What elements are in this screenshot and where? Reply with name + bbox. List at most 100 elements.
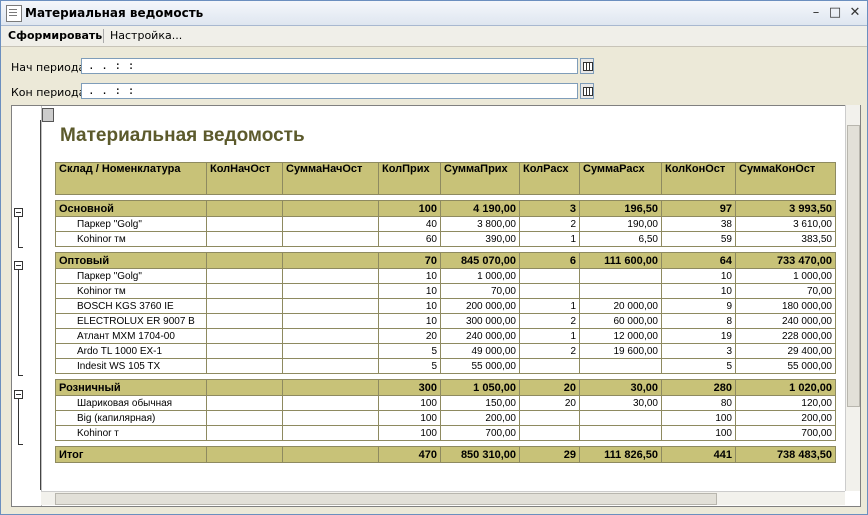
start-calendar-icon[interactable] xyxy=(580,58,594,74)
item-value-cell: 19 600,00 xyxy=(579,343,662,359)
item-value-cell xyxy=(282,358,379,374)
item-value-cell: 19 xyxy=(661,328,736,344)
item-value-cell: 55 000,00 xyxy=(440,358,520,374)
group-wholesale-line xyxy=(18,270,19,375)
item-value-cell xyxy=(282,328,379,344)
group-total-cell xyxy=(206,200,283,217)
item-value-cell xyxy=(579,268,662,284)
item-value-cell xyxy=(206,328,283,344)
item-value-cell: 100 xyxy=(661,425,736,441)
toolbar-separator xyxy=(103,29,104,43)
table-row[interactable]: Kohinor тм 10 70,00 10 70,00 xyxy=(55,283,836,299)
item-value-cell xyxy=(579,358,662,374)
window-title: Материальная ведомость xyxy=(25,6,204,20)
item-value-cell xyxy=(206,358,283,374)
item-name: Атлант МХМ 1704-00 xyxy=(55,328,207,344)
item-value-cell: 390,00 xyxy=(440,231,520,247)
group-total-cell: 1 050,00 xyxy=(440,379,520,396)
group-total-cell: 6 xyxy=(519,252,580,269)
item-value-cell: 120,00 xyxy=(735,395,836,411)
item-value-cell: 200,00 xyxy=(440,410,520,426)
horizontal-scroll-thumb[interactable] xyxy=(55,493,717,505)
collapse-group-main-icon[interactable] xyxy=(14,208,23,217)
table-row[interactable]: Kohinor тм 60 390,00 1 6,50 59 383,50 xyxy=(55,231,836,247)
report-window: Материальная ведомость – □ ✕ Сформироват… xyxy=(0,0,868,515)
item-value-cell: 1 000,00 xyxy=(735,268,836,284)
end-calendar-icon[interactable] xyxy=(580,83,594,99)
item-value-cell xyxy=(579,425,662,441)
settings-button[interactable]: Настройка... xyxy=(106,28,186,44)
item-value-cell xyxy=(282,283,379,299)
item-value-cell: 1 xyxy=(519,328,580,344)
column-header: СуммаРасх xyxy=(579,162,662,195)
group-main-line xyxy=(18,217,19,247)
corner-marker xyxy=(42,108,54,122)
table-row[interactable]: Indesit WS 105 TX 5 55 000,00 5 55 000,00 xyxy=(55,358,836,374)
item-value-cell: 240 000,00 xyxy=(735,313,836,329)
group-total-cell: 70 xyxy=(378,252,441,269)
item-value-cell: 55 000,00 xyxy=(735,358,836,374)
total-cell: 111 826,50 xyxy=(579,446,662,463)
total-cell xyxy=(282,446,379,463)
vertical-scroll-thumb[interactable] xyxy=(847,125,860,407)
report-title: Материальная ведомость xyxy=(60,125,305,146)
group-total-cell: 111 600,00 xyxy=(579,252,662,269)
item-value-cell: 5 xyxy=(378,358,441,374)
group-row[interactable]: Оптовый 70 845 070,00 6 111 600,00 64 733 470,… xyxy=(55,252,836,269)
group-name: Розничный xyxy=(55,379,207,396)
group-total-cell xyxy=(282,200,379,217)
item-value-cell: 1 xyxy=(519,298,580,314)
horizontal-scrollbar[interactable] xyxy=(41,491,845,505)
table-row[interactable]: ELECTROLUX ER 9007 B 10 300 000,00 2 60 000,… xyxy=(55,313,836,329)
table-row[interactable]: Атлант МХМ 1704-00 20 240 000,00 1 12 000,00… xyxy=(55,328,836,344)
collapse-group-wholesale-icon[interactable] xyxy=(14,261,23,270)
item-value-cell xyxy=(206,298,283,314)
item-value-cell: 2 xyxy=(519,313,580,329)
group-total-cell: 30,00 xyxy=(579,379,662,396)
end-period-label: Кон периода xyxy=(11,86,86,99)
table-row[interactable]: Kohinor т 100 700,00 100 700,00 xyxy=(55,425,836,441)
collapse-group-retail-icon[interactable] xyxy=(14,390,23,399)
toolbar: Сформировать Настройка... xyxy=(1,26,867,47)
item-value-cell: 40 xyxy=(378,216,441,232)
group-total-cell: 1 020,00 xyxy=(735,379,836,396)
total-row[interactable]: Итог 470 850 310,00 29 111 826,50 441 738 483,… xyxy=(55,446,836,463)
generate-button[interactable]: Сформировать xyxy=(4,28,106,44)
table-header-row: Склад / Номенклатура КолНачОст СуммаНачОст… xyxy=(55,162,836,195)
maximize-icon[interactable]: □ xyxy=(826,5,844,21)
item-value-cell xyxy=(282,410,379,426)
item-value-cell xyxy=(206,343,283,359)
table-row[interactable]: Паркер "Golg" 40 3 800,00 2 190,00 38 3 610,00 xyxy=(55,216,836,232)
item-name: Big (капилярная) xyxy=(55,410,207,426)
group-row[interactable]: Розничный 300 1 050,00 20 30,00 280 1 020,00 xyxy=(55,379,836,396)
table-row[interactable]: Big (капилярная) 100 200,00 100 200,00 xyxy=(55,410,836,426)
table-row[interactable]: BOSCH KGS 3760 IE 10 200 000,00 1 20 000,00 9… xyxy=(55,298,836,314)
group-row[interactable]: Основной 100 4 190,00 3 196,50 97 3 993,50 xyxy=(55,200,836,217)
table-row[interactable]: Ardo TL 1000 EX-1 5 49 000,00 2 19 600,00 3 29… xyxy=(55,343,836,359)
end-period-input[interactable]: . . : : xyxy=(81,83,578,99)
close-icon[interactable]: ✕ xyxy=(846,5,864,21)
item-value-cell: 100 xyxy=(378,425,441,441)
table-row[interactable]: Паркер "Golg" 10 1 000,00 10 1 000,00 xyxy=(55,268,836,284)
group-main-end xyxy=(18,247,23,248)
group-total-cell: 97 xyxy=(661,200,736,217)
group-total-cell xyxy=(206,252,283,269)
item-value-cell xyxy=(519,283,580,299)
column-header: Склад / Номенклатура xyxy=(55,162,207,195)
item-value-cell xyxy=(519,410,580,426)
item-value-cell: 20 000,00 xyxy=(579,298,662,314)
start-period-input[interactable]: . . : : xyxy=(81,58,578,74)
item-name: Kohinor т xyxy=(55,425,207,441)
table-row[interactable]: Шариковая обычная 100 150,00 20 30,00 80 120,0… xyxy=(55,395,836,411)
item-value-cell xyxy=(206,395,283,411)
total-cell: 850 310,00 xyxy=(440,446,520,463)
total-cell xyxy=(206,446,283,463)
item-value-cell: 200 000,00 xyxy=(440,298,520,314)
gutter-line xyxy=(40,120,41,490)
vertical-scrollbar[interactable] xyxy=(845,105,860,491)
spreadsheet-document[interactable]: Материальная ведомость Склад / Номенклат… xyxy=(11,105,861,507)
minimize-icon[interactable]: – xyxy=(807,5,825,21)
item-value-cell: 5 xyxy=(661,358,736,374)
group-name: Основной xyxy=(55,200,207,217)
group-retail-end xyxy=(18,444,23,445)
